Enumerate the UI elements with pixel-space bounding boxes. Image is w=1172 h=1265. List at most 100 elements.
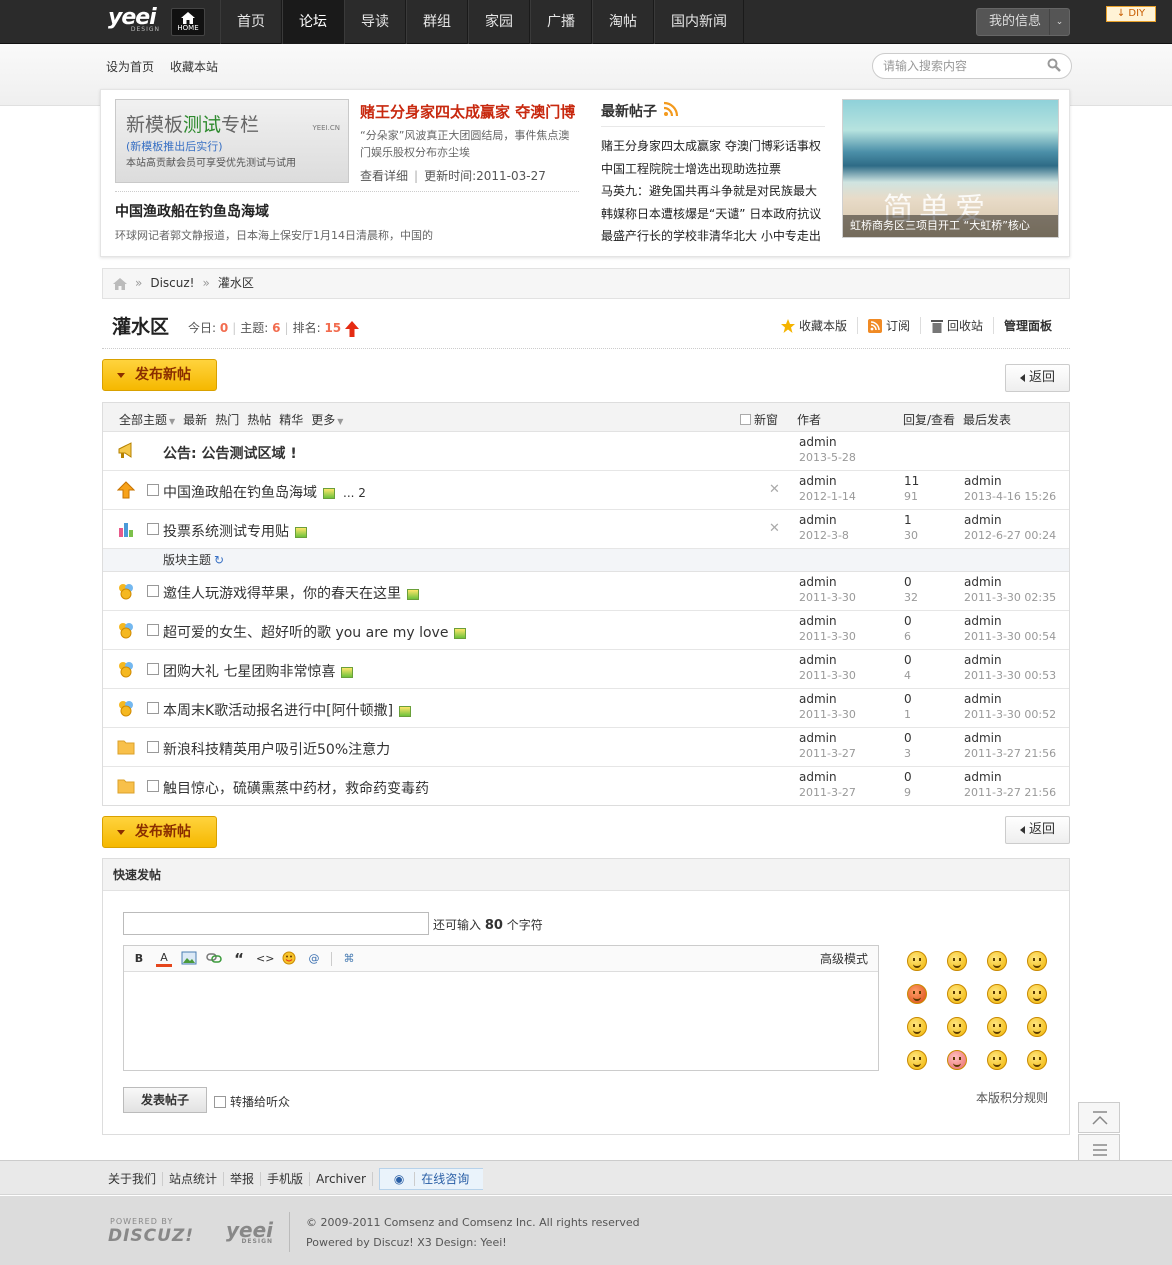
filter-digest[interactable]: 精华: [279, 411, 303, 428]
search-input[interactable]: 请输入搜索内容: [872, 53, 1072, 79]
table-row[interactable]: 新浪科技精英用户吸引近50%注意力 admin 2011-3-27 03 admi…: [103, 728, 1069, 767]
thread-author[interactable]: admin: [799, 614, 856, 629]
rss-icon[interactable]: [663, 101, 679, 117]
last-poster[interactable]: admin: [964, 653, 1056, 668]
quote-icon[interactable]: “: [231, 951, 247, 967]
last-post-time[interactable]: 2011-3-27 21:56: [964, 785, 1056, 800]
latest-post-item[interactable]: 赌王分身家四太成赢家 夺澳门博彩话事权: [601, 135, 825, 158]
smiley-icon[interactable]: [1027, 1017, 1047, 1037]
thread-author[interactable]: admin: [799, 513, 849, 528]
nav-item-broadcast[interactable]: 广播: [530, 0, 592, 44]
new-post-button[interactable]: 发布新帖: [102, 816, 217, 848]
thread-author[interactable]: admin: [799, 770, 856, 785]
smiley-icon[interactable]: [947, 1017, 967, 1037]
nav-item-domestic-news[interactable]: 国内新闻: [654, 0, 744, 44]
last-post-time[interactable]: 2011-3-30 00:53: [964, 668, 1056, 683]
bold-icon[interactable]: B: [131, 951, 147, 967]
recycle-bin-button[interactable]: 回收站: [919, 317, 993, 334]
thread-checkbox[interactable]: [147, 484, 159, 496]
post-title-input[interactable]: [123, 912, 429, 935]
site-logo[interactable]: yeei DESIGN: [108, 7, 160, 38]
table-row[interactable]: 超可爱的女生、超好听的歌 you are my love admin 2011-3…: [103, 611, 1069, 650]
broadcast-toggle[interactable]: 转播给听众: [214, 1093, 290, 1110]
thread-checkbox[interactable]: [147, 585, 159, 597]
footer-link-about[interactable]: 关于我们: [102, 1171, 164, 1186]
home-icon[interactable]: [113, 277, 127, 290]
image-icon[interactable]: [181, 951, 197, 967]
thread-checkbox[interactable]: [147, 523, 159, 535]
thread-subject[interactable]: 邀佳人玩游戏得苹果，你的春天在这里: [163, 586, 401, 602]
new-window-toggle[interactable]: 新窗: [740, 411, 778, 428]
footer-link-stats[interactable]: 站点统计: [163, 1171, 225, 1186]
smiley-icon[interactable]: [907, 1017, 927, 1037]
thread-checkbox[interactable]: [147, 702, 159, 714]
nav-item-home-space[interactable]: 家园: [468, 0, 530, 44]
bookmark-link[interactable]: 收藏本站: [170, 58, 218, 75]
headline-title[interactable]: 赌王分身家四太成赢家 夺澳门博: [360, 101, 580, 122]
announcement-subject[interactable]: 公告: 公告测试区域 !: [163, 443, 297, 463]
last-post-time[interactable]: 2012-6-27 00:24: [964, 528, 1056, 543]
thread-subject[interactable]: 本周末K歌活动报名进行中[阿什顿撒]: [163, 703, 393, 719]
thread-author[interactable]: admin: [799, 692, 856, 707]
code-icon[interactable]: <>: [256, 951, 274, 967]
latest-post-item[interactable]: 最盛产行长的学校非清华北大 小中专走出: [601, 225, 825, 248]
filter-newest[interactable]: 最新: [183, 411, 207, 428]
smiley-icon[interactable]: [907, 951, 927, 971]
post-editor[interactable]: B A “ <> @ ⌘ 高级模式: [123, 945, 879, 1071]
nav-item-forum[interactable]: 论坛: [282, 0, 344, 44]
back-to-top-button[interactable]: [1078, 1102, 1120, 1133]
sub-article-title[interactable]: 中国渔政船在钓鱼岛海域: [115, 201, 433, 221]
link-icon[interactable]: [206, 951, 222, 967]
smiley-icon[interactable]: [1027, 1050, 1047, 1070]
latest-post-item[interactable]: 马英九：避免国共再斗争就是对民族最大: [601, 180, 825, 203]
last-poster[interactable]: admin: [964, 770, 1056, 785]
new-window-checkbox[interactable]: [740, 414, 751, 425]
last-post-time[interactable]: 2011-3-30 00:52: [964, 707, 1056, 722]
thread-subject[interactable]: 触目惊心，硫磺熏蒸中药材，救命药变毒药: [163, 781, 429, 797]
smiley-icon[interactable]: [947, 1050, 967, 1070]
nav-item-home[interactable]: 首页: [220, 0, 282, 44]
last-poster[interactable]: admin: [964, 614, 1056, 629]
last-poster[interactable]: admin: [964, 731, 1056, 746]
announcement-row[interactable]: 公告: 公告测试区域 ! admin 2013-5-28: [103, 432, 1069, 471]
table-row[interactable]: 触目惊心，硫磺熏蒸中药材，救命药变毒药 admin 2011-3-27 09 ad…: [103, 767, 1069, 806]
last-post-time[interactable]: 2011-3-30 02:35: [964, 590, 1056, 605]
table-row[interactable]: 团购大礼 七星团购非常惊喜 admin 2011-3-30 04 admin 201…: [103, 650, 1069, 689]
table-row[interactable]: 中国渔政船在钓鱼岛海域... 2 ✕ admin 2012-1-14 11 91 a…: [103, 471, 1069, 510]
thread-subject[interactable]: 新浪科技精英用户吸引近50%注意力: [163, 742, 390, 758]
smiley-icon[interactable]: [987, 1017, 1007, 1037]
thread-checkbox[interactable]: [147, 780, 159, 792]
page-link[interactable]: ... 2: [343, 486, 366, 500]
last-poster[interactable]: admin: [964, 575, 1056, 590]
last-post-time[interactable]: 2011-3-30 00:54: [964, 629, 1056, 644]
thread-author[interactable]: admin: [799, 653, 856, 668]
font-color-icon[interactable]: A: [156, 951, 172, 967]
smiley-icon[interactable]: [947, 984, 967, 1004]
filter-hot[interactable]: 热门: [215, 411, 239, 428]
smiley-icon[interactable]: [1027, 984, 1047, 1004]
refresh-icon[interactable]: ↻: [214, 553, 224, 567]
emoticon-icon[interactable]: [281, 951, 297, 967]
admin-panel-button[interactable]: 管理面板: [992, 317, 1062, 334]
table-row[interactable]: 邀佳人玩游戏得苹果，你的春天在这里 admin 2011-3-30 0 32 adm…: [103, 572, 1069, 611]
filter-all-threads[interactable]: 全部主题 ▼: [119, 411, 175, 428]
new-post-button[interactable]: 发布新帖: [102, 359, 217, 391]
smiley-icon[interactable]: [987, 951, 1007, 971]
thread-checkbox[interactable]: [147, 741, 159, 753]
attachment-icon[interactable]: ⌘: [341, 951, 357, 967]
footer-link-archiver[interactable]: Archiver: [310, 1171, 373, 1186]
thread-author[interactable]: admin: [799, 731, 856, 746]
smiley-icon[interactable]: [907, 984, 927, 1004]
last-poster[interactable]: admin: [964, 513, 1056, 528]
last-post-time[interactable]: 2011-3-27 21:56: [964, 746, 1056, 761]
close-icon[interactable]: ✕: [769, 521, 780, 536]
filter-hot-posts[interactable]: 热帖: [247, 411, 271, 428]
yeei-logo[interactable]: yeei DESIGN: [226, 1218, 273, 1245]
nav-item-collections[interactable]: 淘帖: [592, 0, 654, 44]
online-consult-button[interactable]: ◉ 在线咨询: [378, 1167, 484, 1190]
smiley-icon[interactable]: [987, 1050, 1007, 1070]
latest-post-item[interactable]: 中国工程院院士增选出现助选拉票: [601, 158, 825, 181]
my-info-dropdown[interactable]: 我的信息 ⌄: [976, 8, 1070, 36]
thread-author[interactable]: admin: [799, 575, 856, 590]
table-row[interactable]: 本周末K歌活动报名进行中[阿什顿撒] admin 2011-3-30 01 adm…: [103, 689, 1069, 728]
